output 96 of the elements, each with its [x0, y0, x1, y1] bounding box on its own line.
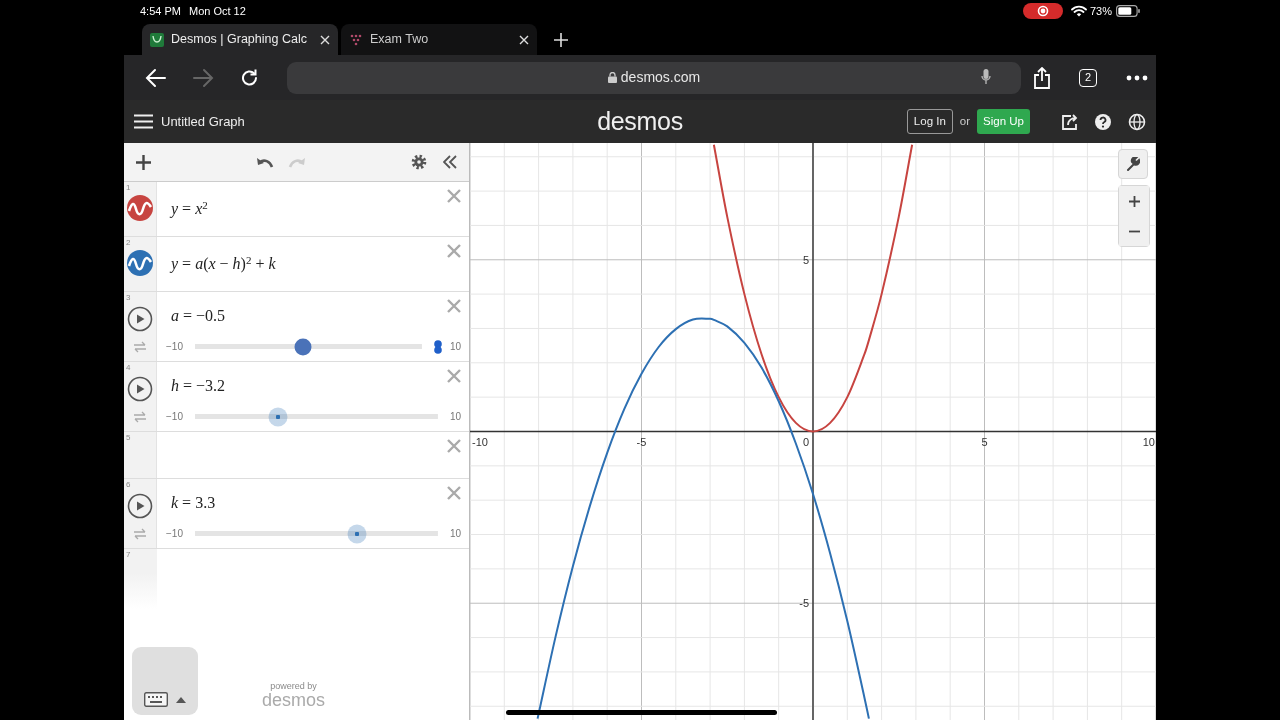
share-icon — [1060, 112, 1078, 131]
caret-up-icon — [176, 697, 186, 703]
slider-thumb[interactable] — [268, 407, 288, 426]
lock-icon — [607, 72, 617, 83]
tick-label: -5 — [636, 435, 647, 448]
browser-tab[interactable]: Desmos | Graphing Calc — [142, 24, 338, 55]
close-icon — [519, 34, 529, 45]
powered-by-label: powered by — [269, 682, 318, 691]
share-graph-button[interactable] — [1060, 112, 1078, 131]
selection-handle-icon[interactable] — [433, 339, 442, 354]
graph-style-icon[interactable] — [127, 250, 153, 276]
play-icon[interactable] — [127, 376, 153, 402]
row-number: 5 — [125, 432, 131, 441]
dots-favicon-icon — [349, 32, 363, 47]
graph-title[interactable]: Untitled Graph — [161, 111, 245, 132]
tick-label: -10 — [472, 435, 488, 448]
desmos-logo: desmos — [262, 691, 326, 709]
keyboard-button[interactable] — [132, 647, 198, 715]
undo-icon — [256, 156, 274, 168]
status-time: 4:54 PM — [140, 3, 181, 19]
plus-icon — [1128, 195, 1140, 207]
slider-thumb[interactable] — [294, 338, 312, 355]
menu-icon — [134, 114, 153, 129]
tick-label: 10 — [1142, 435, 1155, 448]
row-number: 7 — [125, 549, 131, 558]
tick-label: -5 — [799, 597, 809, 610]
row-number: 4 — [125, 362, 131, 371]
tick-label: 5 — [802, 253, 809, 266]
menu-button[interactable] — [134, 114, 153, 129]
browser-tab[interactable]: Exam Two — [341, 24, 537, 55]
slider-min: −10 — [166, 340, 183, 354]
tick-label: 0 — [802, 435, 809, 448]
close-icon — [447, 486, 461, 500]
math-expression[interactable]: k = 3.3 — [171, 491, 461, 515]
or-label: or — [959, 113, 971, 129]
keyboard-icon — [144, 692, 168, 707]
graph-style-icon[interactable] — [127, 195, 153, 221]
battery-percent: 73% — [1089, 3, 1112, 19]
play-icon[interactable] — [127, 493, 153, 519]
tab-count-button[interactable]: 2 — [1079, 68, 1097, 87]
row-number: 1 — [125, 182, 131, 191]
plus-icon — [554, 33, 568, 47]
close-icon — [447, 369, 461, 383]
slider-thumb[interactable] — [347, 524, 366, 543]
slider-max: 10 — [449, 527, 461, 541]
help-button[interactable] — [1094, 112, 1112, 131]
graph-favicon-icon — [150, 32, 164, 47]
row-number: 2 — [125, 237, 131, 246]
slider-min: −10 — [166, 410, 183, 424]
tab-title: Desmos | Graphing Calc — [171, 31, 308, 49]
desmos-logo: desmos — [597, 105, 683, 137]
close-icon — [447, 439, 461, 453]
battery-icon — [1116, 5, 1140, 17]
graph-settings-button[interactable] — [1118, 149, 1148, 179]
math-expression[interactable]: h = −3.2 — [171, 374, 461, 398]
back-arrow-icon — [144, 67, 167, 88]
settings-button[interactable] — [411, 154, 427, 170]
login-button[interactable]: Log In — [906, 108, 953, 135]
wrench-icon — [1126, 157, 1140, 171]
close-tab-button[interactable] — [320, 34, 330, 45]
forward-arrow-icon — [191, 67, 214, 88]
double-chevron-icon — [443, 155, 457, 169]
wifi-icon — [1070, 5, 1087, 17]
math-expression[interactable]: y = x$^{2}$ — [171, 197, 461, 221]
more-button[interactable] — [1126, 74, 1148, 81]
collapse-button[interactable] — [443, 155, 457, 169]
undo-button[interactable] — [256, 156, 274, 168]
slider-max: 10 — [449, 340, 461, 354]
redo-icon — [288, 156, 306, 168]
close-icon — [447, 299, 461, 313]
math-expression[interactable]: a = −0.5 — [171, 304, 461, 328]
close-tab-button[interactable] — [519, 34, 529, 45]
row-number: 3 — [125, 292, 131, 301]
microphone-icon — [981, 68, 991, 86]
help-icon — [1094, 112, 1112, 131]
plus-icon — [136, 154, 151, 170]
more-icon — [1126, 74, 1148, 81]
slider-max: 10 — [449, 410, 461, 424]
share-button[interactable] — [1033, 66, 1051, 89]
status-date: Mon Oct 12 — [188, 3, 246, 19]
address-field[interactable]: desmos.com — [287, 61, 1021, 94]
close-icon — [447, 189, 461, 203]
settings-icon — [411, 154, 427, 170]
new-tab-button[interactable] — [554, 33, 568, 47]
math-expression[interactable]: y = a(x − h)$^{2}$ + k — [171, 252, 461, 276]
close-icon — [447, 244, 461, 258]
globe-icon — [1128, 112, 1146, 131]
share-icon — [1033, 66, 1051, 89]
slider-min: −10 — [166, 527, 183, 541]
close-icon — [320, 34, 330, 45]
row-number: 6 — [125, 479, 131, 488]
language-button[interactable] — [1128, 112, 1146, 131]
tick-label: 5 — [981, 435, 988, 448]
play-icon[interactable] — [127, 306, 153, 332]
tab-title: Exam Two — [370, 31, 430, 49]
add-item-button[interactable] — [136, 154, 151, 170]
